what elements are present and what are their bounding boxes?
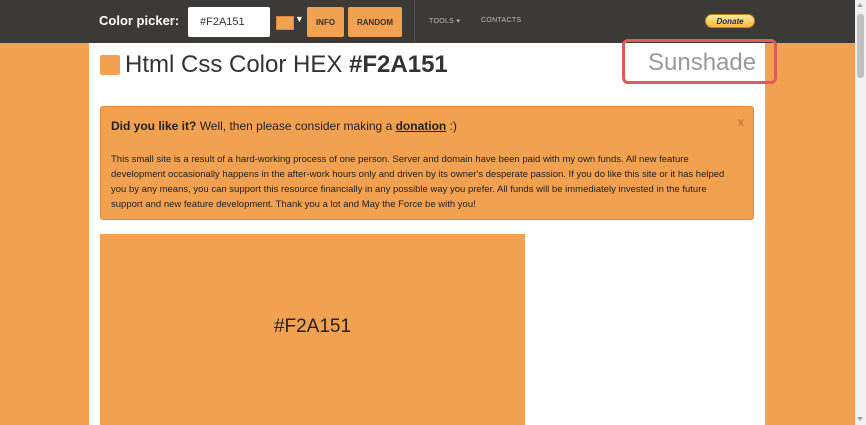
swatch-hex-label: #F2A151 — [273, 316, 352, 337]
alert-body: This small site is a result of a hard-wo… — [111, 154, 725, 210]
donate-button[interactable]: Donate — [705, 14, 755, 28]
hex-input[interactable] — [188, 7, 270, 37]
highlight-box — [622, 39, 777, 84]
alert-question: Did you like it? — [111, 119, 197, 133]
caret-down-icon[interactable]: ▼ — [295, 14, 304, 24]
alert-text: Well, then please consider making a — [199, 119, 393, 133]
main-content: Html Css Color HEX #F2A151 Sunshade Did … — [89, 39, 777, 425]
title-color-swatch — [100, 55, 120, 75]
alert-headline: Did you like it? Well, then please consi… — [111, 119, 457, 133]
random-button[interactable]: RANDOM — [348, 7, 402, 37]
navbar-separator — [414, 0, 415, 43]
donation-link[interactable]: donation — [396, 119, 447, 133]
scroll-down-arrow-icon[interactable] — [857, 417, 863, 421]
tools-label: TOOLS — [429, 18, 455, 25]
chevron-down-icon: ▾ — [456, 18, 461, 25]
title-prefix: Html Css Color HEX — [125, 51, 343, 78]
color-picker-label: Color picker: — [99, 13, 180, 28]
donation-alert: Did you like it? Well, then please consi… — [100, 106, 754, 220]
vertical-scrollbar[interactable] — [855, 0, 866, 425]
close-icon[interactable]: x — [737, 115, 744, 129]
color-swatch-dropdown[interactable] — [276, 16, 294, 30]
alert-smiley: :) — [449, 119, 457, 133]
scrollbar-thumb[interactable] — [857, 14, 864, 78]
info-button[interactable]: INFO — [307, 7, 344, 37]
color-preview-swatch: #F2A151 — [100, 234, 525, 425]
title-hex: #F2A151 — [349, 51, 448, 78]
top-navbar: Color picker: ▼ INFO RANDOM TOOLS ▾ CONT… — [0, 0, 855, 43]
scroll-up-arrow-icon[interactable] — [857, 3, 863, 7]
contacts-link[interactable]: CONTACTS — [481, 17, 521, 24]
tools-menu[interactable]: TOOLS ▾ — [429, 17, 460, 25]
page-title: Html Css Color HEX #F2A151 — [125, 51, 448, 79]
